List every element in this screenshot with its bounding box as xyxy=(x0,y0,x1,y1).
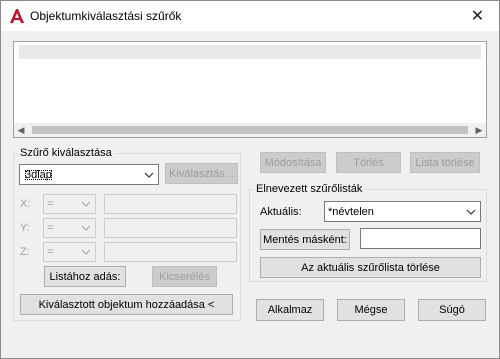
filter-type-value: 3dlap xyxy=(23,167,54,182)
clear-list-button[interactable]: Lista törlése xyxy=(410,152,480,173)
x-label: X: xyxy=(20,198,31,210)
chevron-down-icon xyxy=(81,225,91,231)
z-value-field[interactable] xyxy=(104,242,237,262)
named-filters-label: Elnevezett szűrőlisták xyxy=(254,183,365,195)
z-operator-value: = xyxy=(47,246,54,258)
z-label: Z: xyxy=(20,246,30,258)
edit-item-button[interactable]: Módosítása xyxy=(260,152,326,173)
chevron-down-icon xyxy=(81,201,91,207)
add-to-list-button[interactable]: Listához adás: xyxy=(44,266,126,287)
filter-list[interactable]: ◀ ▶ xyxy=(13,41,487,138)
y-operator-value: = xyxy=(47,222,54,234)
chevron-down-icon xyxy=(466,209,476,215)
add-selected-object-button[interactable]: Kiválasztott objektum hozzáadása < xyxy=(20,294,233,315)
substitute-button[interactable]: Kicserélés xyxy=(152,266,217,287)
chevron-down-icon xyxy=(144,172,154,178)
scroll-right-icon[interactable]: ▶ xyxy=(472,123,486,137)
y-operator-dropdown[interactable]: = xyxy=(43,218,96,238)
x-operator-dropdown[interactable]: = xyxy=(43,194,96,214)
delete-current-filter-list-button[interactable]: Az aktuális szűrőlista törlése xyxy=(260,257,481,278)
horizontal-scrollbar[interactable]: ◀ ▶ xyxy=(14,123,486,137)
window-title: Objektumkiválasztási szűrők xyxy=(30,9,182,23)
autocad-a-icon xyxy=(10,9,24,23)
help-button[interactable]: Súgó xyxy=(418,299,486,321)
save-as-name-field[interactable] xyxy=(360,228,481,249)
z-operator-dropdown[interactable]: = xyxy=(43,242,96,262)
delete-item-button[interactable]: Törlés xyxy=(336,152,401,173)
close-icon: ✕ xyxy=(470,8,485,25)
scrollbar-thumb[interactable] xyxy=(32,126,468,134)
x-operator-value: = xyxy=(47,198,54,210)
filter-selection-label: Szűrő kiválasztása xyxy=(18,147,114,159)
current-filter-value: *névtelen xyxy=(328,205,374,218)
save-as-button[interactable]: Mentés másként: xyxy=(260,229,350,250)
current-filter-label: Aktuális: xyxy=(260,206,302,218)
select-button[interactable]: Kiválasztás... xyxy=(165,163,238,184)
cancel-button[interactable]: Mégse xyxy=(337,299,405,321)
chevron-down-icon xyxy=(81,249,91,255)
y-label: Y: xyxy=(20,222,30,234)
filter-type-dropdown[interactable]: 3dlap xyxy=(19,164,159,185)
apply-button[interactable]: Alkalmaz xyxy=(256,299,324,321)
current-filter-dropdown[interactable]: *névtelen xyxy=(324,201,481,222)
close-button[interactable]: ✕ xyxy=(456,1,499,31)
y-value-field[interactable] xyxy=(104,218,237,238)
scroll-left-icon[interactable]: ◀ xyxy=(14,123,28,137)
x-value-field[interactable] xyxy=(104,194,237,214)
list-item[interactable] xyxy=(19,45,481,59)
